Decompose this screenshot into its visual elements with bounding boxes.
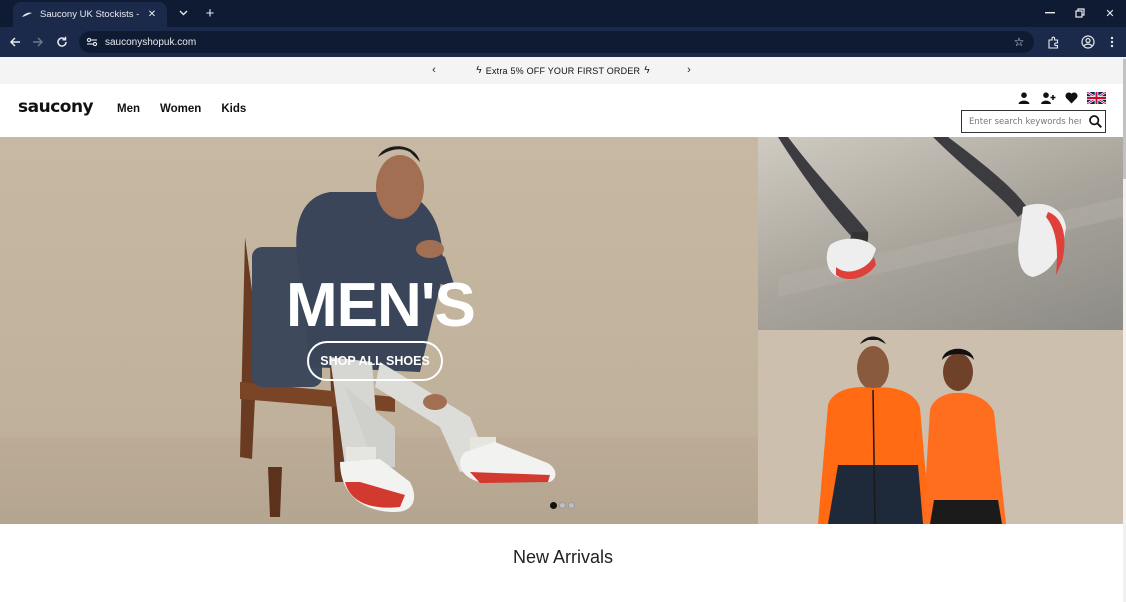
main-nav: Men Women Kids <box>117 103 246 115</box>
promo-text: Extra 5% OFF YOUR FIRST ORDER <box>485 65 641 76</box>
forward-arrow-icon[interactable] <box>29 33 47 51</box>
promo-bar: ϟ Extra 5% OFF YOUR FIRST ORDER ϟ ‹ › <box>0 57 1126 84</box>
promo-next-arrow-icon[interactable]: › <box>682 63 696 77</box>
new-arrivals-heading: New Arrivals <box>512 547 614 567</box>
close-window-icon[interactable]: ✕ <box>1097 4 1123 22</box>
tab-title: Saucony UK Stockists - Saucony <box>40 9 141 20</box>
reload-icon[interactable] <box>53 33 71 51</box>
account-icon[interactable] <box>1016 90 1032 106</box>
promo-prev-arrow-icon[interactable]: ‹ <box>427 63 441 77</box>
uk-flag-icon[interactable] <box>1087 90 1106 106</box>
site-settings-icon[interactable] <box>81 31 103 53</box>
browser-tab[interactable]: Saucony UK Stockists - Saucony ✕ <box>13 2 167 27</box>
orange-apparel-models-image <box>818 336 1006 524</box>
nav-men[interactable]: Men <box>117 103 140 115</box>
promo-message: ϟ Extra 5% OFF YOUR FIRST ORDER ϟ <box>0 57 1126 84</box>
nav-kids[interactable]: Kids <box>221 103 246 115</box>
search-box <box>961 110 1106 133</box>
bookmark-star-icon[interactable]: ☆ <box>1012 35 1026 49</box>
browser-toolbar: sauconyshopuk.com ☆ <box>0 27 1126 57</box>
search-input[interactable] <box>969 116 1081 127</box>
carousel-dot-3[interactable] <box>568 502 575 509</box>
carousel-dot-2[interactable] <box>559 502 566 509</box>
lightning-icon: ϟ <box>476 65 482 76</box>
browser-tabstrip: Saucony UK Stockists - Saucony ✕ + ✕ <box>0 0 1126 27</box>
carousel-dots <box>550 502 575 509</box>
running-promo-image[interactable] <box>758 137 1123 330</box>
nav-women[interactable]: Women <box>160 103 201 115</box>
apparel-promo-image[interactable] <box>758 330 1123 524</box>
search-icon[interactable] <box>1085 112 1105 132</box>
restore-icon[interactable] <box>1067 4 1093 22</box>
lightning-icon: ϟ <box>644 65 650 76</box>
hero-banner[interactable]: MEN'S SHOP ALL SHOES <box>0 137 758 524</box>
extensions-icon[interactable] <box>1044 33 1062 51</box>
carousel-dot-1[interactable] <box>550 502 557 509</box>
saucony-logo[interactable]: saucony <box>18 97 94 117</box>
tab-search-chevron-icon[interactable] <box>176 5 190 21</box>
profile-icon[interactable] <box>1079 33 1097 51</box>
running-legs-image <box>778 137 1123 297</box>
register-icon[interactable] <box>1040 90 1056 106</box>
new-tab-button[interactable]: + <box>202 4 218 22</box>
wishlist-heart-icon[interactable] <box>1063 90 1079 106</box>
shop-all-shoes-button[interactable]: SHOP ALL SHOES <box>307 341 443 381</box>
tab-close-icon[interactable]: ✕ <box>145 9 159 20</box>
address-bar[interactable]: sauconyshopuk.com ☆ <box>79 31 1034 53</box>
site-header: saucony Men Women Kids <box>0 84 1126 137</box>
web-page: ϟ Extra 5% OFF YOUR FIRST ORDER ϟ ‹ › sa… <box>0 57 1126 602</box>
browser-menu-icon[interactable] <box>1103 33 1121 51</box>
back-arrow-icon[interactable] <box>6 33 24 51</box>
url-text: sauconyshopuk.com <box>105 36 197 48</box>
minimize-icon[interactable] <box>1037 4 1063 22</box>
hero-headline: MEN'S <box>286 271 476 340</box>
saucony-favicon-icon <box>21 9 33 21</box>
